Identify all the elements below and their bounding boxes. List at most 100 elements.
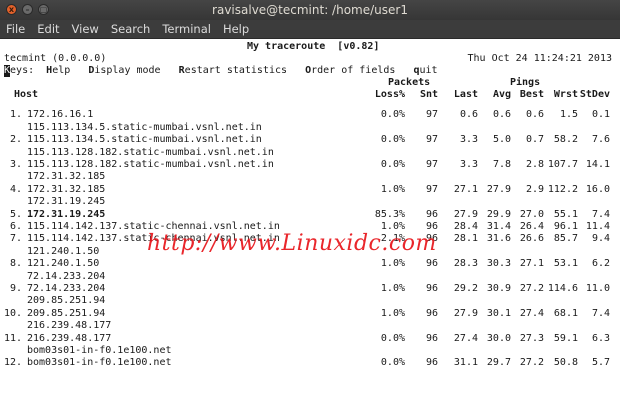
hop-host: 121.240.1.50 (27, 258, 100, 270)
hop-last: 3.3 (459, 159, 478, 170)
hop-number: 8. (10, 258, 23, 270)
hop-avg: 29.9 (486, 208, 511, 220)
hop-loss: 0.0% (380, 332, 405, 344)
hop-alt-host: 216.239.48.177 (27, 320, 112, 332)
hop-number: 4. (10, 183, 23, 195)
hop-stdev: 0.1 (591, 109, 610, 121)
hop-number: 7. (10, 233, 23, 245)
key-quit: uit (419, 65, 438, 76)
header-stdev: StDev (579, 89, 610, 100)
hop-snt: 97 (425, 109, 438, 121)
group-packets: Packets (388, 77, 431, 88)
header-avg: Avg (492, 89, 511, 100)
header-host: Host (14, 89, 39, 100)
hop-stdev: 5.7 (591, 357, 610, 369)
menu-bar: File Edit View Search Terminal Help (0, 20, 620, 39)
keys-line: Keys: Help Display mode Restart statisti… (4, 65, 438, 78)
hop-avg: 30.1 (486, 307, 511, 319)
hop-host: 172.31.19.245 (27, 208, 106, 220)
hop-number: 2. (10, 134, 23, 146)
hop-wrst: 53.1 (553, 258, 578, 270)
hop-wrst: 114.6 (547, 283, 578, 294)
hop-alt-host: bom03s01-in-f0.1e100.net (27, 345, 172, 356)
hop-alt-host: 209.85.251.94 (27, 295, 106, 307)
menu-file[interactable]: File (0, 20, 31, 38)
hop-stdev: 11.0 (585, 283, 610, 294)
hop-host: 115.113.134.5.static-mumbai.vsnl.net.in (27, 134, 262, 146)
hop-best: 27.2 (519, 357, 544, 369)
header-snt: Snt (419, 89, 438, 100)
keys-label-rest: eys: (10, 65, 47, 76)
hop-loss: 1.0% (380, 258, 405, 270)
hop-stdev: 11.4 (585, 221, 610, 232)
hop-alt-host: 115.113.134.5.static-mumbai.vsnl.net.in (27, 121, 262, 133)
hop-avg: 30.0 (486, 332, 511, 344)
hop-stdev: 6.2 (591, 258, 610, 270)
hop-alt-host: 121.240.1.50 (27, 245, 100, 257)
hop-host: bom03s01-in-f0.1e100.net (27, 357, 172, 369)
hop-last: 0.6 (459, 109, 478, 121)
hop-number: 10. (4, 307, 23, 319)
hop-host: 115.113.128.182.static-mumbai.vsnl.net.i… (27, 159, 274, 170)
hop-best: 2.9 (525, 183, 544, 195)
hop-best: 27.2 (519, 283, 544, 294)
hop-last: 27.4 (453, 332, 478, 344)
hop-number: 3. (10, 159, 23, 170)
hop-wrst: 107.7 (547, 159, 578, 170)
menu-help[interactable]: Help (217, 20, 255, 38)
hop-best: 27.1 (519, 258, 544, 270)
hop-avg: 27.9 (486, 183, 511, 195)
menu-search[interactable]: Search (105, 20, 157, 38)
hop-number: 1. (10, 109, 23, 121)
header-loss: Loss% (374, 89, 405, 100)
mtr-host-line: tecmint (0.0.0.0) (4, 53, 107, 64)
hop-stdev: 7.6 (591, 134, 610, 146)
hop-alt-host: 115.113.128.182.static-mumbai.vsnl.net.i… (27, 146, 274, 158)
menu-view[interactable]: View (66, 20, 105, 38)
hop-alt-host: 172.31.32.185 (27, 171, 106, 183)
menu-edit[interactable]: Edit (31, 20, 65, 38)
mtr-title: My traceroute [v0.82] (247, 41, 380, 52)
hop-last: 27.1 (453, 183, 478, 195)
hop-host: 216.239.48.177 (27, 332, 112, 344)
hop-loss: 85.3% (374, 208, 405, 220)
menu-terminal[interactable]: Terminal (156, 20, 217, 38)
hop-loss: 0.0% (380, 134, 405, 146)
hop-wrst: 112.2 (547, 183, 578, 195)
hop-wrst: 85.7 (553, 233, 578, 245)
hop-avg: 0.6 (492, 109, 511, 121)
hop-host: 172.31.32.185 (27, 183, 106, 195)
hop-snt: 96 (425, 307, 438, 319)
hop-wrst: 59.1 (553, 332, 578, 344)
header-wrst: Wrst (553, 89, 578, 100)
hop-host: 72.14.233.204 (27, 283, 106, 294)
hop-alt-host: 172.31.19.245 (27, 196, 106, 208)
hop-wrst: 55.1 (553, 208, 578, 220)
hop-wrst: 1.5 (559, 109, 578, 121)
hop-avg: 7.8 (492, 159, 511, 170)
group-pings: Pings (510, 77, 541, 88)
watermark-text: http://www.Linuxidc.com (147, 231, 437, 256)
hop-avg: 30.9 (486, 283, 511, 294)
hop-loss: 1.0% (380, 283, 405, 294)
hop-host: 172.16.16.1 (27, 109, 94, 121)
hop-last: 31.1 (453, 357, 478, 369)
hop-loss: 1.0% (380, 183, 405, 195)
hop-best: 26.6 (519, 233, 544, 245)
hop-last: 27.9 (453, 307, 478, 319)
hop-number: 12. (4, 357, 23, 369)
hop-snt: 96 (425, 332, 438, 344)
terminal-area[interactable]: My traceroute [v0.82] tecmint (0.0.0.0) … (0, 39, 620, 415)
hop-wrst: 58.2 (553, 134, 578, 146)
window-title: ravisalve@tecmint: /home/user1 (212, 3, 408, 17)
hop-alt-host: 72.14.233.204 (27, 270, 106, 282)
hop-loss: 1.0% (380, 307, 405, 319)
hop-avg: 31.4 (486, 221, 511, 232)
hop-last: 28.4 (453, 221, 478, 232)
hop-last: 3.3 (459, 134, 478, 146)
hop-host: 209.85.251.94 (27, 307, 106, 319)
mtr-datetime: Thu Oct 24 11:24:21 2013 (467, 53, 613, 64)
hop-stdev: 7.4 (591, 307, 610, 319)
hop-loss: 0.0% (380, 109, 405, 121)
hop-stdev: 16.0 (585, 183, 610, 195)
